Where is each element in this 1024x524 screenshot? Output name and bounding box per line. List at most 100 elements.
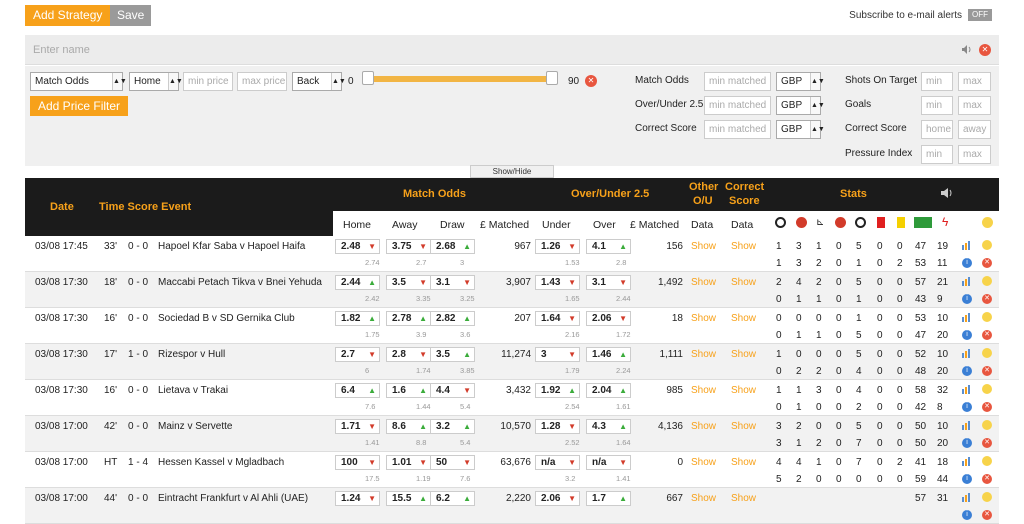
draw-price[interactable]: 3.5 ▲ <box>430 347 475 362</box>
over-price[interactable]: 2.04 ▲ <box>586 383 631 398</box>
bar-chart-icon[interactable] <box>962 420 972 430</box>
match-odds-header[interactable]: Match Odds <box>403 188 466 200</box>
info-icon[interactable]: i <box>962 402 972 412</box>
home-price[interactable]: 6.4 ▲ <box>335 383 380 398</box>
away-price[interactable]: 2.8 ▼ <box>386 347 431 362</box>
away-price[interactable]: 1.01 ▼ <box>386 455 431 470</box>
remove-row-icon[interactable]: ✕ <box>982 258 992 268</box>
correct-score-show-link[interactable]: Show <box>731 349 756 360</box>
remove-row-icon[interactable]: ✕ <box>982 510 992 520</box>
other-ou-show-link[interactable]: Show <box>691 349 716 360</box>
under-price[interactable]: 1.64 ▼ <box>535 311 580 326</box>
over-price[interactable]: 2.06 ▼ <box>586 311 631 326</box>
match-odds-currency-select[interactable]: GBP ▲▼ <box>776 72 825 91</box>
other-ou-show-link[interactable]: Show <box>691 457 716 468</box>
bulb-icon[interactable] <box>982 312 992 322</box>
row-event[interactable]: Mainz v Servette <box>158 421 232 432</box>
under-price[interactable]: n/a ▼ <box>535 455 580 470</box>
table-row[interactable]: 03/08 17:30 16' 0 - 0 Sociedad B v SD Gerni… <box>25 308 999 344</box>
remove-row-icon[interactable]: ✕ <box>982 474 992 484</box>
home-price[interactable]: 2.48 ▼ <box>335 239 380 254</box>
shots-max-input[interactable]: max <box>958 72 991 91</box>
close-icon[interactable]: ✕ <box>979 44 991 56</box>
match-odds-min-matched-input[interactable]: min matched <box>704 72 771 91</box>
info-icon[interactable]: i <box>962 510 972 520</box>
other-ou-show-link[interactable]: Show <box>691 241 716 252</box>
info-icon[interactable]: i <box>962 366 972 376</box>
bulb-icon[interactable] <box>982 492 992 502</box>
draw-price[interactable]: 3.2 ▲ <box>430 419 475 434</box>
table-row[interactable]: 03/08 17:00 42' 0 - 0 Mainz v Servette 1.71 ▼… <box>25 416 999 452</box>
other-ou-show-link[interactable]: Show <box>691 277 716 288</box>
home-price[interactable]: 2.7 ▼ <box>335 347 380 362</box>
draw-price[interactable]: 50 ▼ <box>430 455 475 470</box>
other-ou-show-link[interactable]: Show <box>691 421 716 432</box>
email-alert-toggle[interactable]: OFF <box>968 9 992 21</box>
info-icon[interactable]: i <box>962 330 972 340</box>
correct-score-show-link[interactable]: Show <box>731 385 756 396</box>
home-price[interactable]: 2.44 ▲ <box>335 275 380 290</box>
correct-score-show-link[interactable]: Show <box>731 277 756 288</box>
goals-max-input[interactable]: max <box>958 96 991 115</box>
stats-header[interactable]: Stats <box>840 188 867 200</box>
under-price[interactable]: 1.26 ▼ <box>535 239 580 254</box>
draw-price[interactable]: 3.1 ▼ <box>430 275 475 290</box>
away-price[interactable]: 1.6 ▲ <box>386 383 431 398</box>
date-header[interactable]: Date <box>50 201 74 213</box>
away-price[interactable]: 3.5 ▼ <box>386 275 431 290</box>
bar-chart-icon[interactable] <box>962 492 972 502</box>
min-price-input[interactable]: min price <box>183 72 233 91</box>
info-icon[interactable]: i <box>962 258 972 268</box>
add-price-filter-button[interactable]: Add Price Filter <box>30 96 129 116</box>
row-event[interactable]: Lietava v Trakai <box>158 385 228 396</box>
away-price[interactable]: 2.78 ▲ <box>386 311 431 326</box>
over-price[interactable]: 4.1 ▲ <box>586 239 631 254</box>
home-price[interactable]: 1.71 ▼ <box>335 419 380 434</box>
correct-score-header[interactable]: Correct <box>725 181 764 193</box>
row-event[interactable]: Sociedad B v SD Gernika Club <box>158 313 295 324</box>
remove-row-icon[interactable]: ✕ <box>982 330 992 340</box>
under-price[interactable]: 1.92 ▲ <box>535 383 580 398</box>
correct-score-show-link[interactable]: Show <box>731 313 756 324</box>
slider-min-handle[interactable] <box>362 71 374 85</box>
speaker-icon[interactable] <box>940 187 954 202</box>
remove-row-icon[interactable]: ✕ <box>982 294 992 304</box>
max-price-input[interactable]: max price <box>237 72 287 91</box>
row-event[interactable]: Maccabi Petach Tikva v Bnei Yehuda <box>158 277 322 288</box>
correct-score-show-link[interactable]: Show <box>731 457 756 468</box>
strategy-name-input[interactable]: Enter name <box>33 44 90 56</box>
over-under-header[interactable]: Over/Under 2.5 <box>571 188 649 200</box>
bulb-icon[interactable] <box>982 276 992 286</box>
other-ou-show-link[interactable]: Show <box>691 313 716 324</box>
info-icon[interactable]: i <box>962 438 972 448</box>
other-ou-header[interactable]: Other <box>689 181 718 193</box>
away-price[interactable]: 15.5 ▲ <box>386 491 431 506</box>
correct-score-currency-select[interactable]: GBP ▲▼ <box>776 120 825 139</box>
under-price[interactable]: 1.28 ▼ <box>535 419 580 434</box>
over-price[interactable]: 4.3 ▲ <box>586 419 631 434</box>
pressure-max-input[interactable]: max <box>958 145 991 164</box>
row-event[interactable]: Hessen Kassel v Mgladbach <box>158 457 284 468</box>
over-price[interactable]: n/a ▼ <box>586 455 631 470</box>
away-price[interactable]: 3.75 ▼ <box>386 239 431 254</box>
over-price[interactable]: 3.1 ▼ <box>586 275 631 290</box>
table-row[interactable]: 03/08 17:30 16' 0 - 0 Lietava v Trakai 6.4 ▲ 7… <box>25 380 999 416</box>
home-price[interactable]: 100 ▼ <box>335 455 380 470</box>
bar-chart-icon[interactable] <box>962 276 972 286</box>
bar-chart-icon[interactable] <box>962 456 972 466</box>
table-row[interactable]: 03/08 17:00 HT 1 - 4 Hessen Kassel v Mgladb… <box>25 452 999 488</box>
correct-score-away-input[interactable]: away <box>958 120 991 139</box>
bar-chart-icon[interactable] <box>962 312 972 322</box>
show-hide-toggle[interactable]: Show/Hide <box>470 165 554 178</box>
correct-score-home-input[interactable]: home <box>921 120 953 139</box>
remove-row-icon[interactable]: ✕ <box>982 438 992 448</box>
other-ou-show-link[interactable]: Show <box>691 493 716 504</box>
bar-chart-icon[interactable] <box>962 240 972 250</box>
draw-price[interactable]: 2.82 ▲ <box>430 311 475 326</box>
pressure-min-input[interactable]: min <box>921 145 953 164</box>
over-under-min-matched-input[interactable]: min matched <box>704 96 771 115</box>
side-select[interactable]: Home ▲▼ <box>129 72 183 91</box>
back-lay-select[interactable]: Back ▲▼ <box>292 72 346 91</box>
remove-row-icon[interactable]: ✕ <box>982 402 992 412</box>
correct-score-show-link[interactable]: Show <box>731 421 756 432</box>
